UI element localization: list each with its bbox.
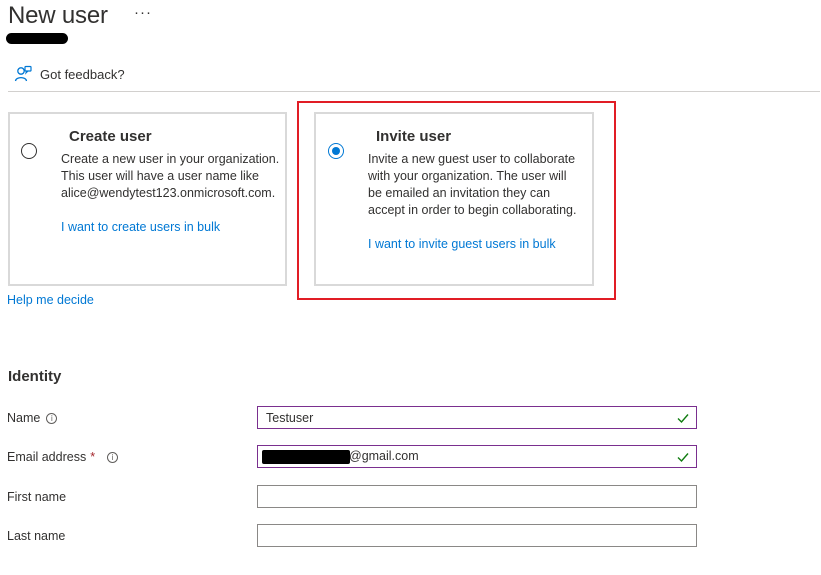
invite-user-title: Invite user — [376, 128, 452, 145]
feedback-person-icon — [14, 65, 32, 82]
first-name-label-row: First name — [7, 490, 66, 504]
redacted-subtitle — [6, 33, 68, 44]
page-title: New user — [8, 2, 108, 29]
invite-user-radio[interactable] — [328, 143, 344, 159]
create-user-description: Create a new user in your organization. … — [61, 152, 280, 200]
more-options-button[interactable]: ··· — [134, 4, 152, 21]
info-icon[interactable]: i — [107, 451, 119, 463]
last-name-label-row: Last name — [7, 529, 65, 543]
last-name-input[interactable] — [258, 525, 666, 546]
email-field[interactable]: @gmail.com — [257, 445, 697, 468]
name-input[interactable] — [258, 407, 666, 428]
feedback-button[interactable]: Got feedback? — [14, 64, 125, 84]
checkmark-icon — [677, 453, 689, 463]
redacted-email-local-part — [262, 450, 350, 464]
help-me-decide-link[interactable]: Help me decide — [7, 293, 94, 307]
last-name-field[interactable] — [257, 524, 697, 547]
email-domain-text: @gmail.com — [349, 449, 419, 463]
header-divider — [8, 91, 820, 92]
first-name-label: First name — [7, 490, 67, 504]
invite-guest-users-bulk-link[interactable]: I want to invite guest users in bulk — [368, 237, 556, 251]
name-field[interactable] — [257, 406, 697, 429]
email-label-row: Email address * i — [7, 450, 119, 464]
create-user-radio[interactable] — [21, 143, 37, 159]
identity-section-title: Identity — [8, 368, 62, 385]
email-label: Email address — [7, 450, 87, 464]
required-marker: * — [90, 450, 96, 464]
info-icon[interactable]: i — [46, 412, 58, 424]
first-name-field[interactable] — [257, 485, 697, 508]
first-name-input[interactable] — [258, 486, 666, 507]
create-user-title: Create user — [69, 128, 152, 145]
radio-selected-dot — [332, 147, 340, 155]
name-label: Name — [7, 411, 41, 425]
name-label-row: Name i — [7, 411, 58, 425]
checkmark-icon — [677, 414, 689, 424]
feedback-label: Got feedback? — [40, 66, 125, 82]
last-name-label: Last name — [7, 529, 66, 543]
create-users-bulk-link[interactable]: I want to create users in bulk — [61, 220, 220, 234]
invite-user-description: Invite a new guest user to collaborate w… — [368, 152, 577, 217]
